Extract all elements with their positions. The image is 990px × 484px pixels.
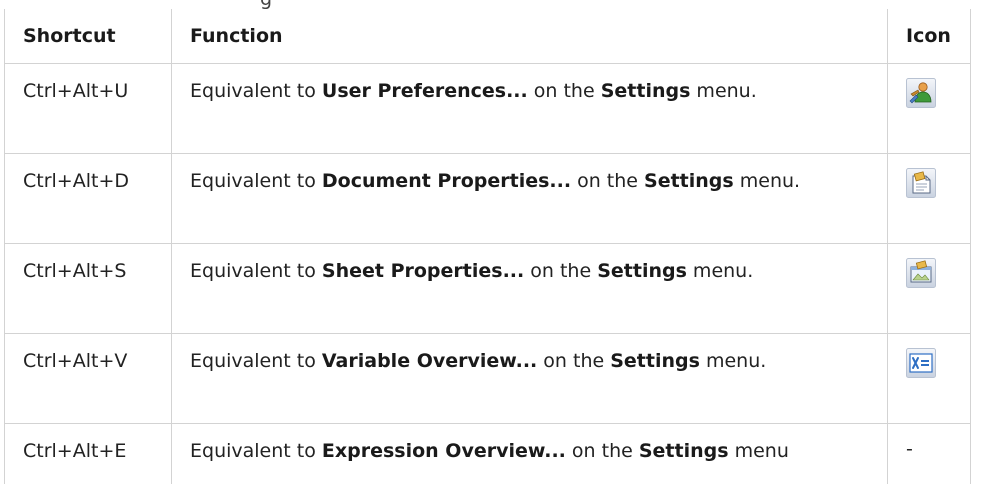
- command-name: User Preferences...: [322, 80, 528, 102]
- function-cell: Equivalent to Sheet Properties... on the…: [172, 244, 888, 334]
- variable-overview-icon: [906, 348, 936, 378]
- function-prefix: Equivalent to: [190, 350, 322, 372]
- function-suffix: menu.: [700, 350, 766, 372]
- function-middle: on the: [524, 260, 597, 282]
- command-name: Variable Overview...: [322, 350, 537, 372]
- function-prefix: Equivalent to: [190, 440, 322, 462]
- function-suffix: menu.: [687, 260, 753, 282]
- function-cell: Equivalent to Expression Overview... on …: [172, 424, 888, 484]
- function-prefix: Equivalent to: [190, 260, 322, 282]
- function-suffix: menu.: [690, 80, 756, 102]
- header-function: Function: [172, 9, 888, 64]
- header-icon: Icon: [888, 9, 971, 64]
- icon-cell: [888, 244, 971, 334]
- header-row: Shortcut Function Icon: [5, 9, 971, 64]
- menu-name: Settings: [610, 350, 700, 372]
- function-prefix: Equivalent to: [190, 170, 322, 192]
- function-suffix: menu: [729, 440, 789, 462]
- command-name: Sheet Properties...: [322, 260, 524, 282]
- header-shortcut: Shortcut: [5, 9, 172, 64]
- function-middle: on the: [537, 350, 610, 372]
- menu-name: Settings: [639, 440, 729, 462]
- shortcuts-table: Shortcut Function Icon Ctrl+Alt+U Equiva…: [4, 9, 971, 484]
- icon-cell: [888, 154, 971, 244]
- command-name: Document Properties...: [322, 170, 571, 192]
- table-row: Ctrl+Alt+D Equivalent to Document Proper…: [5, 154, 971, 244]
- function-cell: Equivalent to Document Properties... on …: [172, 154, 888, 244]
- document-properties-icon: [906, 168, 936, 198]
- table-row: Ctrl+Alt+S Equivalent to Sheet Propertie…: [5, 244, 971, 334]
- function-prefix: Equivalent to: [190, 80, 322, 102]
- menu-name: Settings: [644, 170, 734, 192]
- menu-name: Settings: [601, 80, 691, 102]
- function-middle: on the: [571, 170, 644, 192]
- shortcut-cell: Ctrl+Alt+V: [5, 334, 172, 424]
- sheet-properties-icon: [906, 258, 936, 288]
- menu-name: Settings: [597, 260, 687, 282]
- function-middle: on the: [528, 80, 601, 102]
- shortcut-cell: Ctrl+Alt+E: [5, 424, 172, 484]
- shortcut-cell: Ctrl+Alt+S: [5, 244, 172, 334]
- function-middle: on the: [566, 440, 639, 462]
- icon-cell: [888, 334, 971, 424]
- shortcut-cell: Ctrl+Alt+U: [5, 64, 172, 154]
- user-preferences-icon: [906, 78, 936, 108]
- shortcut-cell: Ctrl+Alt+D: [5, 154, 172, 244]
- table-row: Ctrl+Alt+U Equivalent to User Preference…: [5, 64, 971, 154]
- table-row: Ctrl+Alt+V Equivalent to Variable Overvi…: [5, 334, 971, 424]
- icon-cell-empty: -: [888, 424, 971, 484]
- table-row: Ctrl+Alt+E Equivalent to Expression Over…: [5, 424, 971, 484]
- function-cell: Equivalent to User Preferences... on the…: [172, 64, 888, 154]
- icon-cell: [888, 64, 971, 154]
- command-name: Expression Overview...: [322, 440, 566, 462]
- function-cell: Equivalent to Variable Overview... on th…: [172, 334, 888, 424]
- function-suffix: menu.: [734, 170, 800, 192]
